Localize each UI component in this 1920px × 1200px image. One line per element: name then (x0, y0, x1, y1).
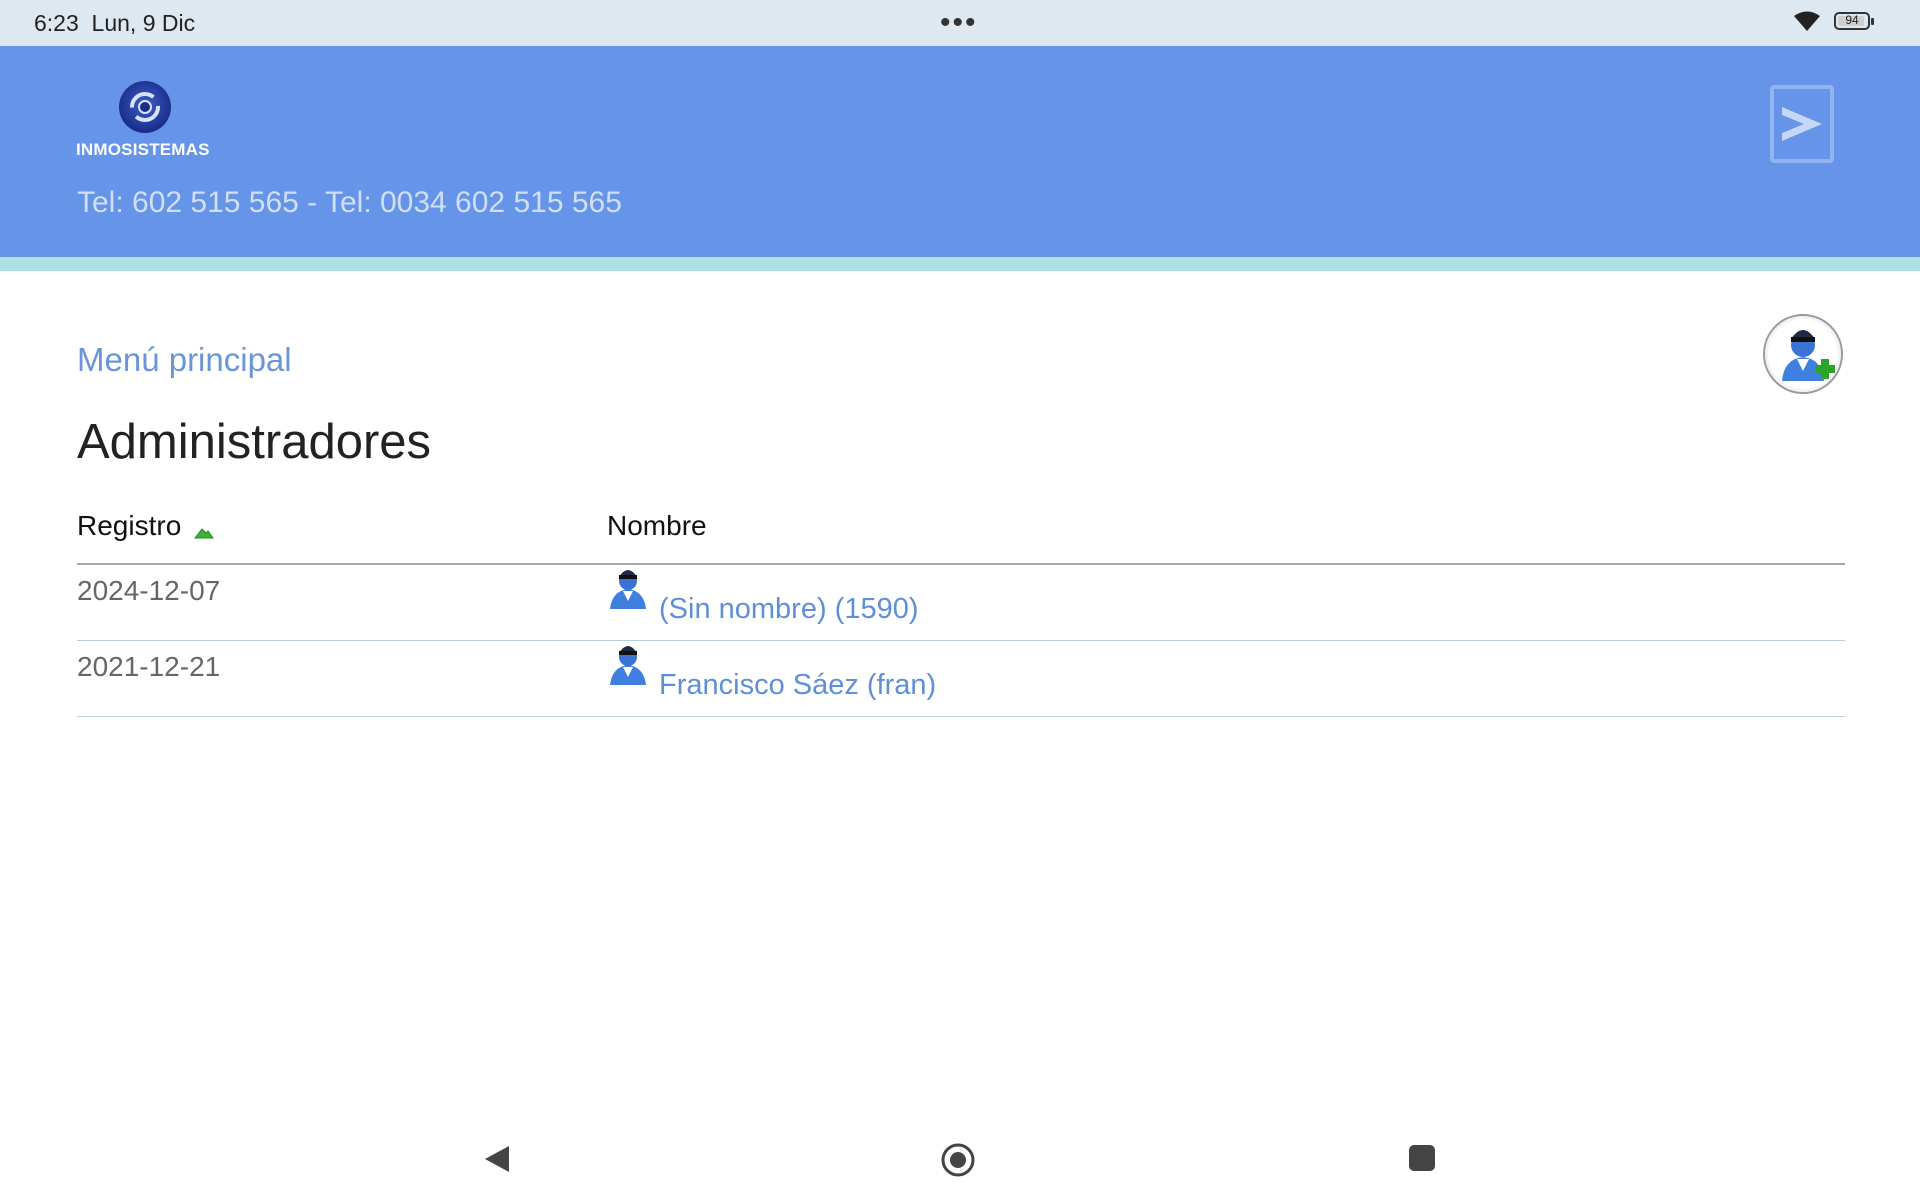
user-icon (610, 646, 646, 685)
back-icon[interactable] (483, 1144, 511, 1174)
add-user-icon (1763, 314, 1843, 394)
header-stripe (0, 257, 1920, 271)
exit-button[interactable] (1770, 85, 1834, 163)
user-icon (610, 570, 646, 609)
wifi-icon (1794, 11, 1820, 31)
page-title: Administradores (77, 415, 432, 469)
table-row: 2024-12-07 (Sin nombre) (1590) (77, 565, 1845, 641)
recent-apps-icon[interactable] (1409, 1145, 1435, 1171)
add-admin-button[interactable] (1762, 313, 1844, 395)
exit-arrow-icon (1782, 107, 1822, 141)
status-bar: 6:23 Lun, 9 Dic ••• 94 (0, 0, 1920, 46)
row-date: 2021-12-21 (77, 651, 221, 682)
table-row: 2021-12-21 Francisco Sáez (fran) (77, 641, 1845, 717)
column-header-registro[interactable]: Registro (77, 510, 181, 542)
status-time: 6:23 Lun, 9 Dic (34, 10, 196, 36)
site-header (0, 46, 1920, 257)
main-menu-link[interactable]: Menú principal (77, 341, 292, 379)
logo-text[interactable]: INMOSISTEMAS (76, 140, 210, 160)
battery-nub (1871, 18, 1874, 25)
phone-numbers: Tel: 602 515 565 - Tel: 0034 602 515 565 (77, 186, 622, 219)
admin-name-link[interactable]: Francisco Sáez (fran) (659, 669, 936, 702)
column-header-nombre[interactable]: Nombre (607, 510, 707, 542)
home-icon[interactable] (940, 1142, 976, 1178)
row-date: 2024-12-07 (77, 575, 221, 606)
navigation-bar (0, 1120, 1920, 1200)
admin-name-link[interactable]: (Sin nombre) (1590) (659, 593, 919, 626)
status-more-dots: ••• (940, 6, 978, 39)
logo-icon[interactable] (119, 81, 171, 133)
battery-level: 94 (1845, 13, 1859, 27)
sort-ascending-icon[interactable] (194, 526, 214, 540)
